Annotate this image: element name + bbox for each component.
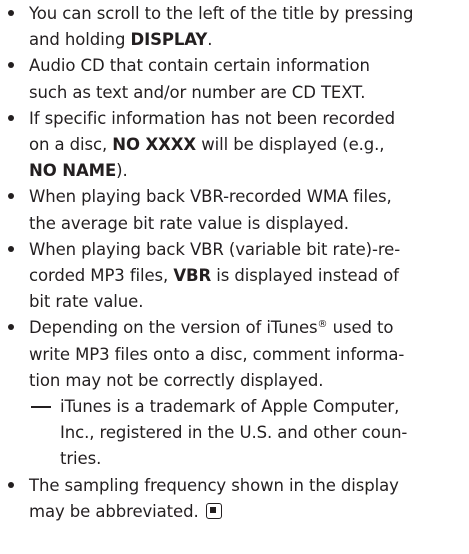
registered-mark: ®: [317, 319, 328, 331]
note-item-itunes: Depending on the version of iTunes® used…: [0, 315, 469, 394]
note-item-scroll-title: You can scroll to the left of the title …: [0, 1, 469, 53]
note-line: tion may not be correctly displayed.: [29, 368, 461, 394]
note-text: used to: [327, 318, 394, 338]
note-text: You can scroll to the left of the title …: [29, 4, 414, 23]
no-xxxx-label: NO XXXX: [112, 135, 197, 155]
note-line: Depending on the version of iTunes® used…: [29, 315, 461, 341]
note-line: and holding DISPLAY.: [29, 27, 461, 53]
note-text: corded MP3 files,: [29, 266, 174, 286]
note-line: You can scroll to the left of the title …: [29, 1, 461, 27]
note-line: When playing back VBR-recorded WMA files…: [29, 184, 461, 210]
bullet-icon: [4, 1, 18, 27]
bullet-icon: [4, 106, 18, 132]
note-line: iTunes is a trademark of Apple Computer,: [60, 394, 469, 420]
bullet-icon: [4, 237, 18, 263]
note-line: Inc., registered in the U.S. and other c…: [60, 420, 469, 446]
note-item-mp3-vbr: When playing back VBR (variable bit rate…: [0, 237, 469, 316]
note-text: will be displayed (e.g.,: [196, 135, 385, 155]
note-text: and holding: [29, 30, 131, 50]
note-line: the average bit rate value is displayed.: [29, 211, 461, 237]
note-line: bit rate value.: [29, 289, 461, 315]
note-line: If specific information has not been rec…: [29, 106, 461, 132]
display-key-label: DISPLAY: [130, 30, 208, 50]
note-line: The sampling frequency shown in the disp…: [29, 473, 461, 499]
note-text: tries.: [60, 449, 102, 469]
note-text: When playing back VBR (variable bit rate…: [29, 239, 401, 259]
note-text: may be abbreviated.: [29, 501, 199, 521]
note-text: .: [207, 30, 213, 50]
note-line: may be abbreviated.: [29, 499, 461, 525]
vbr-label: VBR: [173, 266, 212, 286]
note-text: iTunes is a trademark of Apple Computer,: [60, 397, 400, 417]
note-text: bit rate value.: [29, 292, 144, 312]
no-name-label: NO NAME: [29, 161, 117, 181]
note-line: tries.: [60, 446, 469, 472]
note-text: write MP3 files onto a disc, comment inf…: [29, 344, 405, 364]
note-item-no-info: If specific information has not been rec…: [0, 106, 469, 185]
note-text: ).: [116, 161, 128, 181]
note-text: Inc., registered in the U.S. and other c…: [60, 423, 408, 443]
note-text: is displayed instead of: [211, 266, 399, 286]
note-text: Audio CD that contain certain informatio…: [29, 56, 370, 76]
note-line: When playing back VBR (variable bit rate…: [29, 237, 461, 263]
note-text: tion may not be correctly displayed.: [29, 370, 324, 390]
note-item-wma-vbr: When playing back VBR-recorded WMA files…: [0, 184, 469, 236]
note-line: write MP3 files onto a disc, comment inf…: [29, 342, 461, 368]
note-text: If specific information has not been rec…: [29, 108, 395, 128]
note-item-cd-text: Audio CD that contain certain informatio…: [0, 53, 469, 105]
note-text: The sampling frequency shown in the disp…: [29, 475, 399, 495]
note-line: on a disc, NO XXXX will be displayed (e.…: [29, 132, 461, 158]
note-line: NO NAME).: [29, 158, 461, 184]
note-text: such as text and/or number are CD TEXT.: [29, 82, 366, 102]
bullet-icon: [4, 184, 18, 210]
bullet-icon: [4, 315, 18, 341]
dash-icon: [31, 406, 51, 408]
note-line: such as text and/or number are CD TEXT.: [29, 80, 461, 106]
notes-page: You can scroll to the left of the title …: [0, 0, 469, 554]
note-line: corded MP3 files, VBR is displayed inste…: [29, 263, 461, 289]
bullet-icon: [4, 53, 18, 79]
note-subitem-trademark: iTunes is a trademark of Apple Computer,…: [0, 394, 469, 473]
note-text: Depending on the version of iTunes: [29, 318, 318, 338]
note-line: Audio CD that contain certain informatio…: [29, 53, 461, 79]
bullet-icon: [4, 473, 18, 499]
note-text: When playing back VBR-recorded WMA files…: [29, 187, 392, 207]
note-text: the average bit rate value is displayed.: [29, 213, 349, 233]
stop-square-icon: [205, 502, 222, 519]
note-text: on a disc,: [29, 135, 113, 155]
note-item-sampling-frequency: The sampling frequency shown in the disp…: [0, 473, 469, 525]
